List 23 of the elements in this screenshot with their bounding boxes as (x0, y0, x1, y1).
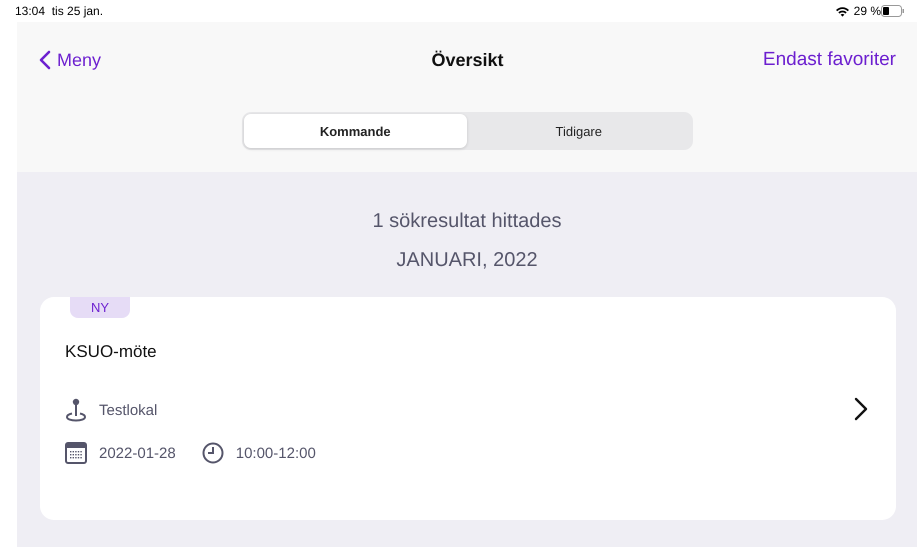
status-time: 13:04 (15, 4, 46, 18)
chevron-right-icon (854, 396, 868, 420)
battery-icon (881, 5, 905, 17)
event-date: 2022-01-28 (99, 444, 176, 462)
wifi-icon (835, 6, 850, 16)
event-location: Testlokal (99, 402, 158, 418)
battery-percent: 29 % (854, 4, 881, 18)
event-title: KSUO-möte (65, 342, 157, 362)
calendar-icon (65, 442, 87, 464)
back-button[interactable]: Meny (39, 50, 102, 70)
page-title: Översikt (431, 50, 504, 70)
event-card[interactable]: NY KSUO-möte Testlokal 2022-01-28 10:00-12:00 (40, 297, 896, 520)
segment-tab[interactable]: Tidigare (467, 114, 690, 148)
location-pin-icon (65, 398, 87, 422)
month-heading: JANUARI, 2022 (395, 249, 539, 272)
event-time: 10:00-12:00 (236, 444, 316, 462)
favorites-filter-button[interactable]: Endast favoriter (762, 49, 896, 71)
segment-tab[interactable]: Kommande (244, 114, 467, 148)
clock-icon (202, 442, 224, 464)
status-date: tis 25 jan. (52, 4, 104, 18)
new-badge: NY (70, 297, 130, 318)
back-chevron-icon (39, 50, 51, 70)
result-count: 1 sökresultat hittades (372, 210, 562, 233)
